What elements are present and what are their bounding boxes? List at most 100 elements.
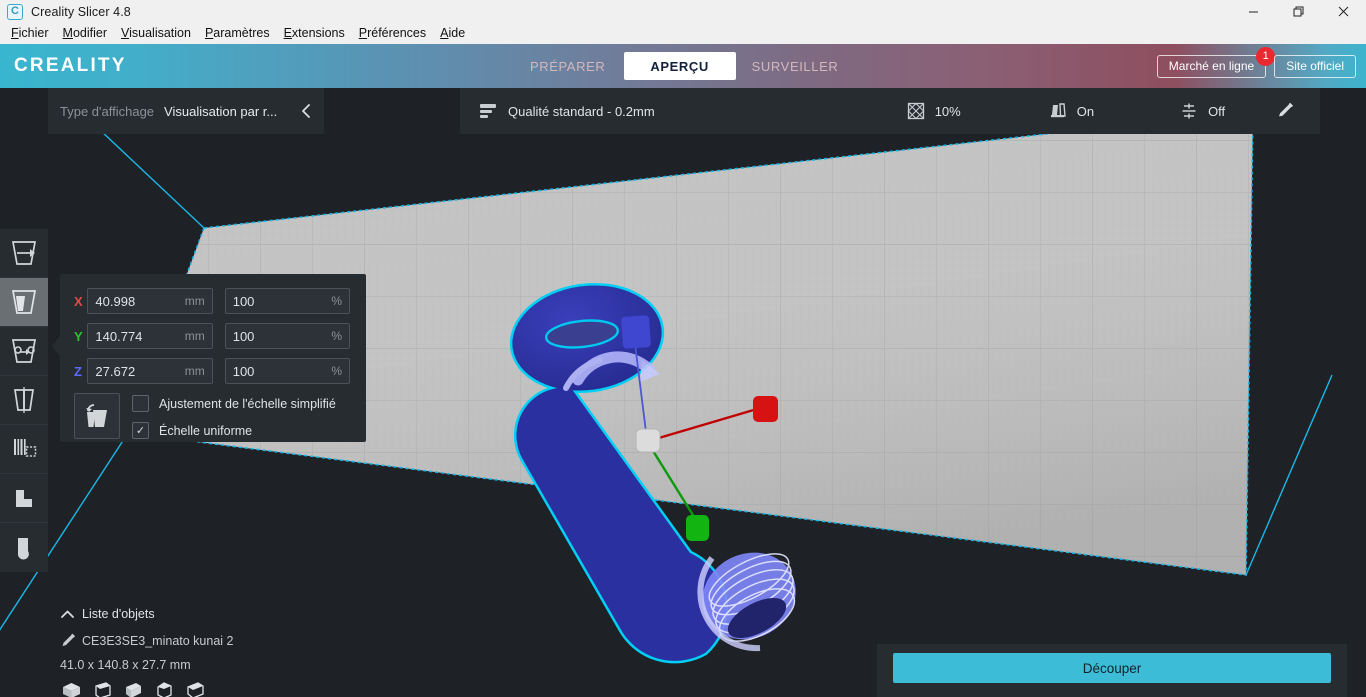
minimize-button[interactable] <box>1231 0 1276 23</box>
scale-x-percent-unit: % <box>331 294 343 308</box>
menu-aide[interactable]: Aide <box>433 25 472 42</box>
close-button[interactable] <box>1321 0 1366 23</box>
menu-parametres-label: aramètres <box>213 26 270 41</box>
scale-y-input[interactable] <box>95 328 179 344</box>
snap-scaling-checkbox[interactable] <box>132 395 149 412</box>
support-blocker-tool-button[interactable] <box>0 474 48 523</box>
scale-x-percent-input[interactable] <box>232 293 326 309</box>
object-list-item[interactable]: CE3E3SE3_minato kunai 2 <box>60 632 268 649</box>
custom-supports-tool-button[interactable] <box>0 523 48 572</box>
scale-y-percent-field[interactable]: % <box>224 323 351 349</box>
rotate-tool-icon <box>11 339 37 363</box>
marketplace-badge: 1 <box>1256 46 1276 66</box>
print-setup-bar[interactable]: Qualité standard - 0.2mm 10% On Off <box>460 88 1320 134</box>
layer-height-icon <box>480 102 498 120</box>
scale-row-y: Y mm % <box>74 323 351 349</box>
slice-button[interactable]: Découper <box>893 653 1331 683</box>
edit-print-settings-button[interactable] <box>1276 101 1296 121</box>
view-type-label: Type d'affichage <box>60 103 155 119</box>
axis-label-y: Y <box>74 328 83 344</box>
reset-scale-button[interactable] <box>74 393 120 439</box>
official-site-label: Site officiel <box>1286 59 1344 73</box>
per-model-settings-tool-button[interactable] <box>0 425 48 474</box>
scale-y-field[interactable]: mm <box>87 323 213 349</box>
scale-y-percent-unit: % <box>331 329 343 343</box>
view-iso-icon[interactable] <box>62 682 81 697</box>
view-type-selector[interactable]: Type d'affichage Visualisation par r... <box>48 88 324 134</box>
marketplace-label: Marché en ligne <box>1168 59 1255 73</box>
support-setting[interactable]: On <box>1049 88 1094 134</box>
menu-extensions-mnemonic: E <box>283 26 292 41</box>
scale-y-percent-input[interactable] <box>232 328 326 344</box>
scale-tool-icon <box>11 290 37 314</box>
creality-logo-icon: C <box>7 3 23 20</box>
move-tool-button[interactable] <box>0 229 48 278</box>
object-pencil-icon[interactable] <box>60 632 82 649</box>
uniform-scaling-row[interactable]: ✓ Échelle uniforme <box>132 422 336 439</box>
tab-surveiller[interactable]: SURVEILLER <box>736 52 855 80</box>
menu-modifier-label: odifier <box>72 26 107 41</box>
creality-slicer-window: C Creality Slicer 4.8 Fichier Modifier V… <box>0 0 1366 697</box>
mirror-tool-button[interactable] <box>0 376 48 425</box>
slice-action-panel: Découper <box>877 644 1347 697</box>
scale-x-percent-field[interactable]: % <box>224 288 351 314</box>
creality-brand-logo: CREALITY <box>14 55 127 76</box>
scale-z-input[interactable] <box>95 363 179 379</box>
menu-preferences-mnemonic: P <box>358 26 368 41</box>
menu-extensions[interactable]: Extensions <box>277 25 352 42</box>
move-tool-icon <box>11 241 37 265</box>
view-top-icon[interactable] <box>124 682 143 697</box>
support-icon <box>1049 102 1067 120</box>
marketplace-button[interactable]: Marché en ligne 1 <box>1156 46 1276 78</box>
scale-z-percent-field[interactable]: % <box>224 358 351 384</box>
adhesion-setting[interactable]: Off <box>1180 88 1225 134</box>
view-right-icon[interactable] <box>186 682 205 697</box>
chevron-left-icon[interactable] <box>301 103 312 119</box>
menu-parametres[interactable]: Paramètres <box>198 25 277 42</box>
gizmo-y-handle[interactable] <box>686 515 709 541</box>
scale-row-x: X mm % <box>74 288 351 314</box>
menu-modifier-mnemonic: M <box>62 26 73 41</box>
view-left-icon[interactable] <box>155 682 174 697</box>
axis-label-x: X <box>74 293 83 309</box>
adhesion-value: Off <box>1208 103 1226 119</box>
menu-fichier-mnemonic: F <box>11 26 19 41</box>
scale-checkbox-group: Ajustement de l'échelle simplifié ✓ Éche… <box>132 393 336 449</box>
tab-apercu[interactable]: APERÇU <box>623 52 736 80</box>
window-title: Creality Slicer 4.8 <box>31 4 131 19</box>
support-blocker-icon <box>16 490 32 507</box>
infill-setting[interactable]: 10% <box>907 88 961 134</box>
scale-x-input[interactable] <box>95 293 179 309</box>
official-site-button[interactable]: Site officiel <box>1274 54 1356 78</box>
quality-value: Qualité standard - 0.2mm <box>508 103 655 119</box>
object-name: CE3E3SE3_minato kunai 2 <box>82 633 234 648</box>
object-list-header[interactable]: Liste d'objets <box>60 607 268 621</box>
gizmo-x-handle[interactable] <box>753 396 778 422</box>
restore-button[interactable] <box>1276 0 1321 23</box>
menu-modifier[interactable]: Modifier <box>56 25 114 42</box>
infill-value: 10% <box>934 103 961 119</box>
menu-fichier[interactable]: Fichier <box>4 25 56 42</box>
quality-setting[interactable]: Qualité standard - 0.2mm <box>480 88 655 134</box>
uniform-scaling-checkbox[interactable]: ✓ <box>132 422 149 439</box>
chevron-up-icon[interactable] <box>60 609 82 620</box>
tab-preparer[interactable]: PRÉPARER <box>512 52 624 80</box>
scale-z-percent-input[interactable] <box>232 363 326 379</box>
scale-settings-panel: X mm % Y mm % Z mm <box>52 274 366 442</box>
window-controls <box>1231 0 1366 23</box>
snap-scaling-row[interactable]: Ajustement de l'échelle simplifié <box>132 395 336 412</box>
gizmo-uniform-handle[interactable] <box>635 428 661 453</box>
menu-fichier-label: ichier <box>18 26 49 41</box>
scale-x-field[interactable]: mm <box>87 288 213 314</box>
menu-visualisation[interactable]: Visualisation <box>114 25 198 42</box>
mirror-tool-icon <box>14 387 34 413</box>
view-type-value: Visualisation par r... <box>164 103 278 119</box>
gizmo-z-handle[interactable] <box>621 315 651 349</box>
per-model-settings-icon <box>14 439 37 457</box>
scale-z-unit: mm <box>184 364 205 378</box>
view-front-icon[interactable] <box>93 682 112 697</box>
menu-preferences[interactable]: Préférences <box>352 25 433 42</box>
scale-tool-button[interactable] <box>0 278 48 327</box>
rotate-tool-button[interactable] <box>0 327 48 376</box>
scale-z-field[interactable]: mm <box>87 358 213 384</box>
